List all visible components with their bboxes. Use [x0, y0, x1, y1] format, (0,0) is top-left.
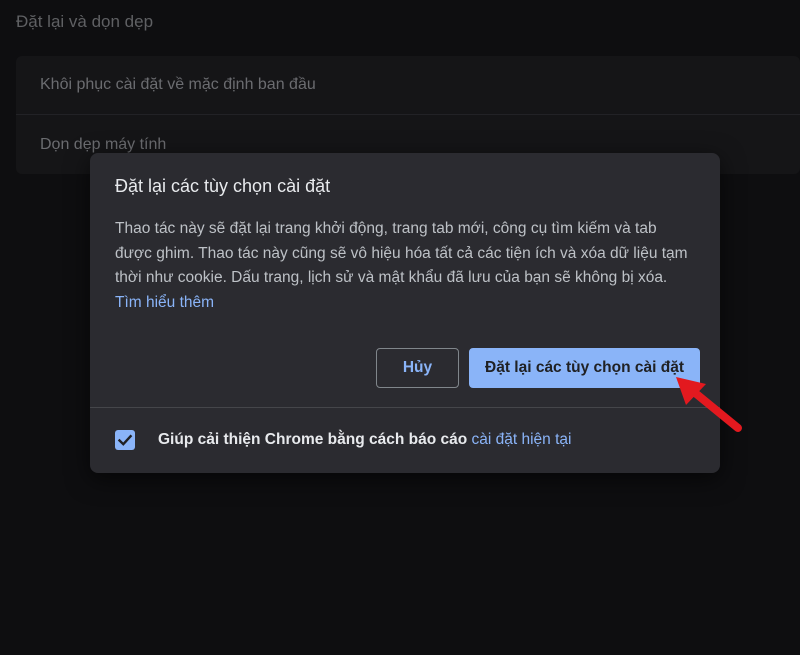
dialog-title: Đặt lại các tùy chọn cài đặt: [115, 176, 331, 196]
checkmark-icon: [117, 434, 133, 446]
red-arrow-icon: [676, 377, 742, 432]
learn-more-link[interactable]: Tìm hiểu thêm: [115, 294, 214, 311]
report-settings-checkbox[interactable]: [115, 430, 135, 450]
report-settings-text: Giúp cải thiện Chrome bằng cách báo cáo: [158, 431, 468, 448]
settings-page: Đặt lại và dọn dẹp Khôi phục cài đặt về …: [0, 0, 800, 655]
row-divider: [16, 114, 800, 115]
cancel-button[interactable]: Hủy: [376, 348, 459, 388]
dialog-body: Thao tác này sẽ đặt lại trang khởi động,…: [115, 217, 695, 315]
restore-defaults-row[interactable]: Khôi phục cài đặt về mặc định ban đầu: [16, 56, 800, 114]
current-settings-link[interactable]: cài đặt hiện tại: [472, 431, 572, 448]
section-title: Đặt lại và dọn dẹp: [16, 12, 154, 31]
reset-settings-button[interactable]: Đặt lại các tùy chọn cài đặt: [469, 348, 700, 388]
reset-settings-dialog: Đặt lại các tùy chọn cài đặt Thao tác nà…: [90, 153, 720, 473]
dialog-divider: [90, 407, 720, 408]
report-settings-label: Giúp cải thiện Chrome bằng cách báo cáo …: [158, 430, 571, 450]
dialog-body-text: Thao tác này sẽ đặt lại trang khởi động,…: [115, 220, 688, 286]
